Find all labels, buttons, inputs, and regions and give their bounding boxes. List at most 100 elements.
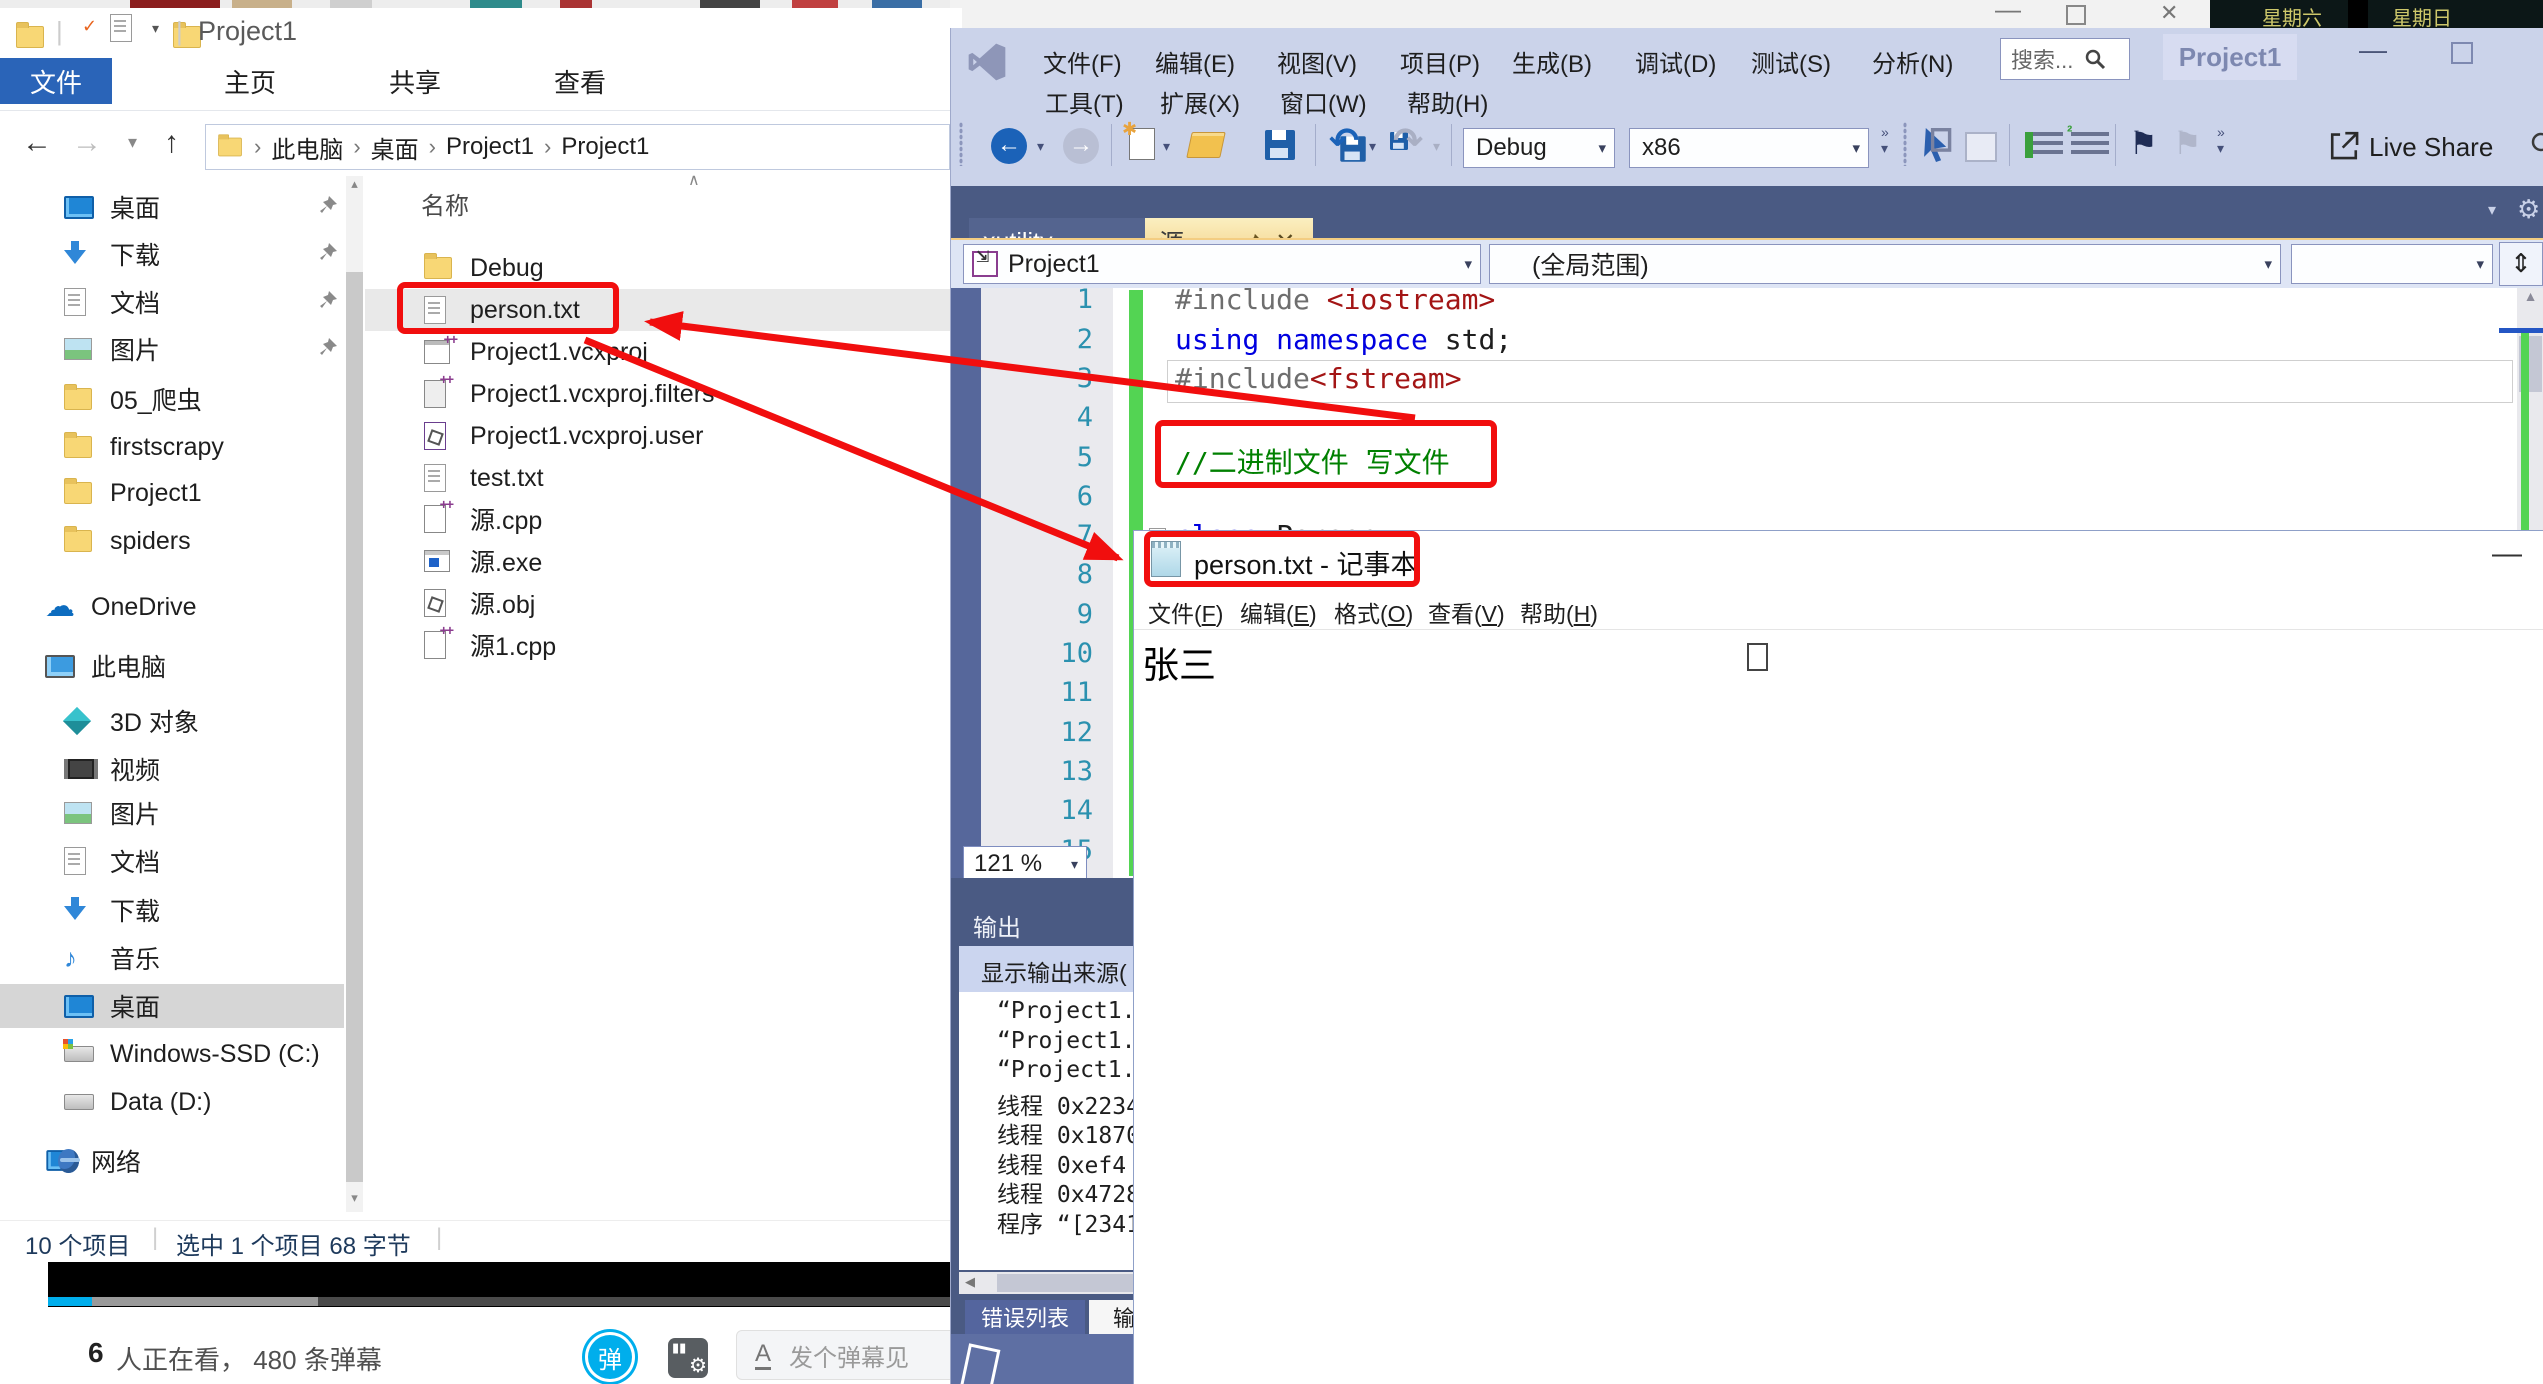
sidebar-item-DataD[interactable]: Data (D:) [0,1080,344,1124]
text-style-icon[interactable]: A [755,1341,771,1370]
video-progress-bar[interactable] [48,1297,955,1306]
file-row-test.txt[interactable]: test.txt [365,457,950,499]
recent-caret-icon[interactable]: ▾ [128,132,137,153]
toolbar-grip[interactable] [959,122,963,166]
column-header-name[interactable]: 名称 [421,186,469,221]
danmaku-toggle-button[interactable]: 弹 [585,1332,635,1382]
scroll-up-icon[interactable]: ▴ [346,176,363,198]
sidebar-item-桌面[interactable]: 桌面 [0,185,344,229]
bg-maximize-button[interactable] [2066,5,2086,25]
scrollbar-thumb[interactable] [346,272,363,1182]
forward-icon[interactable]: → [72,126,102,160]
redo-caret-icon[interactable]: ▾ [1433,138,1440,155]
previous-bookmark-icon[interactable]: ⚑ [2173,124,2202,162]
file-row-Project1.vcxproj[interactable]: Project1.vcxproj [365,331,950,373]
bookmark-icon[interactable]: ⚑ [2129,124,2158,162]
new-file-icon[interactable] [1129,128,1155,160]
file-row-Project1.vcxproj.filters[interactable]: Project1.vcxproj.filters [365,373,950,415]
editor-zoom-dropdown[interactable]: 121 % ▾ [963,846,1087,882]
breadcrumb-segment[interactable]: 此电脑 [271,130,343,165]
bg-minimize-button[interactable]: — [1995,0,2021,25]
breadcrumb-chevron[interactable]: › [353,134,360,160]
attach-process-icon[interactable] [1919,126,1953,164]
sidebar-item-Project1[interactable]: Project1 [0,471,344,515]
scroll-down-icon[interactable]: ▾ [346,1190,363,1206]
undo-caret-icon[interactable]: ▾ [1369,138,1376,155]
notepad-minimize-button[interactable]: — [2492,537,2522,571]
sidebar-item-firstscrapy[interactable]: firstscrapy [0,425,344,469]
vs-menu-帮助(H)[interactable]: 帮助(H) [1407,84,1488,119]
sidebar-item-下载[interactable]: 下载 [0,232,344,276]
vs-menu-窗口(W)[interactable]: 窗口(W) [1280,84,1367,119]
navigate-back-icon[interactable]: ← [991,128,1027,164]
bg-close-button[interactable]: ✕ [2160,0,2178,26]
breakpoint-margin[interactable] [951,288,981,878]
notepad-menu-文件(F)[interactable]: 文件(F) [1148,595,1223,629]
vs-menu-编辑(E)[interactable]: 编辑(E) [1155,44,1235,79]
sidebar-item-spiders[interactable]: spiders [0,519,344,563]
address-bar[interactable]: › 此电脑›桌面›Project1›Project1 [205,124,950,170]
vs-menu-测试(S)[interactable]: 测试(S) [1751,44,1831,79]
danmaku-input[interactable]: A 发个弹幕见 [736,1330,964,1380]
file-row-源.obj[interactable]: 源.obj [365,582,950,624]
notepad-text-content[interactable]: 张三 [1142,635,1216,689]
sidebar-item-文档[interactable]: 文档 [0,839,344,883]
indent-increase-icon[interactable]: ² [2071,132,2109,158]
breadcrumb-segment[interactable]: Project1 [561,133,649,161]
navigate-forward-icon[interactable]: → [1063,128,1099,164]
sidebar-item-视频[interactable]: 视频 [0,747,344,791]
sidebar-item-网络[interactable]: 网络 [0,1139,344,1183]
panel-tab-错误列表[interactable]: 错误列表 [965,1300,1085,1334]
sidebar-item-图片[interactable]: 图片 [0,327,344,371]
account-button[interactable]: Project1 [2163,34,2297,80]
save-icon[interactable] [1265,130,1295,160]
code-line-3[interactable]: #include<fstream> [1175,362,1462,395]
open-file-icon[interactable] [1186,132,1226,158]
toolbar-overflow-icon[interactable]: »▾ [1881,124,1889,157]
split-editor-icon[interactable]: ⇕ [2499,242,2543,286]
notepad-menu-格式(O)[interactable]: 格式(O) [1334,595,1413,629]
vs-search-box[interactable]: 搜索... [2000,38,2130,80]
vs-menu-扩展(X)[interactable]: 扩展(X) [1160,84,1240,119]
live-share-label[interactable]: Live Share [2369,132,2493,163]
live-share-icon[interactable] [2327,128,2361,162]
redo-icon[interactable]: ↷ [1393,120,1423,162]
sidebar-item-桌面[interactable]: 桌面 [0,984,344,1028]
toolbar-grip[interactable] [1903,122,1907,166]
back-caret-icon[interactable]: ▾ [1037,138,1044,155]
breadcrumb-segment[interactable]: Project1 [446,133,534,161]
ribbon-tab-share[interactable]: 共享 [368,58,462,104]
file-row-Project1.vcxproj.user[interactable]: Project1.vcxproj.user [365,415,950,457]
sidebar-item-图片[interactable]: 图片 [0,791,344,835]
indent-decrease-icon[interactable] [2025,132,2063,158]
tabstrip-caret-icon[interactable]: ▾ [2488,200,2496,220]
bookmark-overflow-icon[interactable]: »▾ [2217,124,2225,157]
platform-dropdown[interactable]: x86▾ [1629,128,1869,168]
vs-maximize-button[interactable] [2451,42,2473,64]
sidebar-item-下载[interactable]: 下载 [0,888,344,932]
up-icon[interactable]: ↑ [164,126,179,160]
back-icon[interactable]: ← [22,126,52,160]
code-line-1[interactable]: #include <iostream> [1175,283,1495,316]
sidebar-item-05_爬虫[interactable]: 05_爬虫 [0,377,344,421]
vs-menu-工具(T)[interactable]: 工具(T) [1045,84,1124,119]
notepad-menu-查看(V)[interactable]: 查看(V) [1428,595,1505,629]
vs-menu-视图(V)[interactable]: 视图(V) [1277,44,1357,79]
vs-menu-调试(D)[interactable]: 调试(D) [1635,44,1716,79]
feedback-search-icon[interactable] [2529,130,2543,160]
notepad-menu-编辑(E)[interactable]: 编辑(E) [1240,595,1317,629]
sidebar-item-音乐[interactable]: ♪音乐 [0,936,344,980]
vs-menu-项目(P)[interactable]: 项目(P) [1400,44,1480,79]
ribbon-tab-home[interactable]: 主页 [203,58,297,104]
project-dropdown[interactable]: ⇲ Project1▾ [963,244,1481,284]
solution-config-dropdown[interactable]: Debug▾ [1463,128,1615,168]
sidebar-item-文档[interactable]: 文档 [0,280,344,324]
breadcrumb-chevron[interactable]: › [544,134,551,160]
notepad-menu-帮助(H)[interactable]: 帮助(H) [1520,595,1598,629]
undo-icon[interactable]: ↶ [1329,120,1359,162]
tabstrip-gear-icon[interactable]: ⚙ [2517,194,2540,225]
breadcrumb-segment[interactable]: 桌面 [371,130,419,165]
ribbon-tab-view[interactable]: 查看 [533,58,627,104]
scope-dropdown[interactable]: (全局范围)▾ [1489,244,2281,284]
danmaku-settings-icon[interactable]: ▮▮ ⚙ [668,1338,708,1378]
